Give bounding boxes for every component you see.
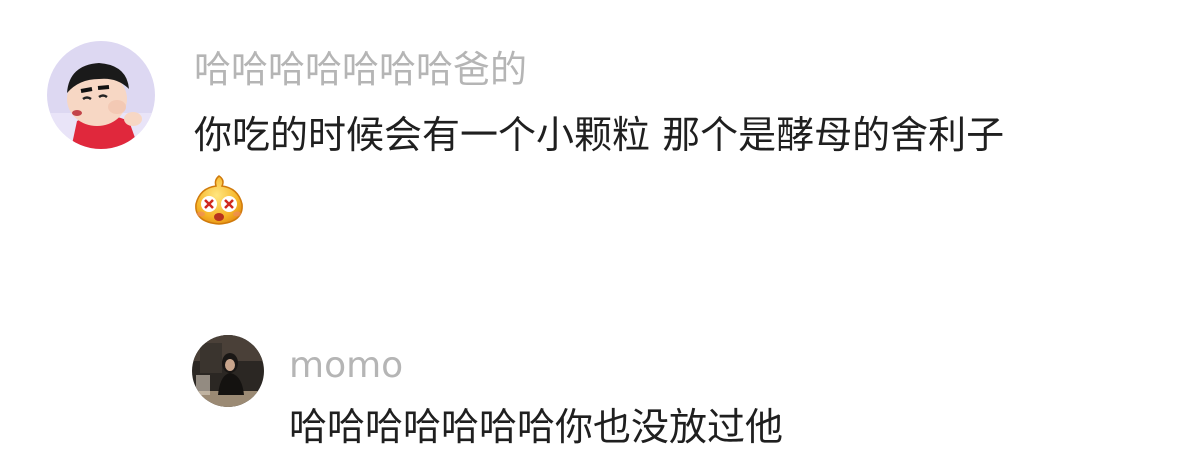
- photo-avatar-icon: [192, 335, 264, 407]
- username[interactable]: momo: [289, 344, 403, 388]
- comment-item: 哈哈哈哈哈哈哈爸的 你吃的时候会有一个小颗粒 那个是酵母的舍利子: [0, 0, 1179, 260]
- cartoon-boy-avatar-icon: [47, 41, 155, 149]
- user-avatar[interactable]: [192, 335, 264, 407]
- reply-item: momo 哈哈哈哈哈哈哈你也没放过他: [0, 300, 1179, 475]
- username[interactable]: 哈哈哈哈哈哈哈爸的: [194, 48, 527, 92]
- user-avatar[interactable]: [47, 41, 155, 149]
- comment-text: 你吃的时候会有一个小颗粒 那个是酵母的舍利子: [194, 113, 1005, 157]
- dizzy-face-emoji-icon: [192, 172, 246, 228]
- comment-text: 哈哈哈哈哈哈哈你也没放过他: [289, 405, 784, 449]
